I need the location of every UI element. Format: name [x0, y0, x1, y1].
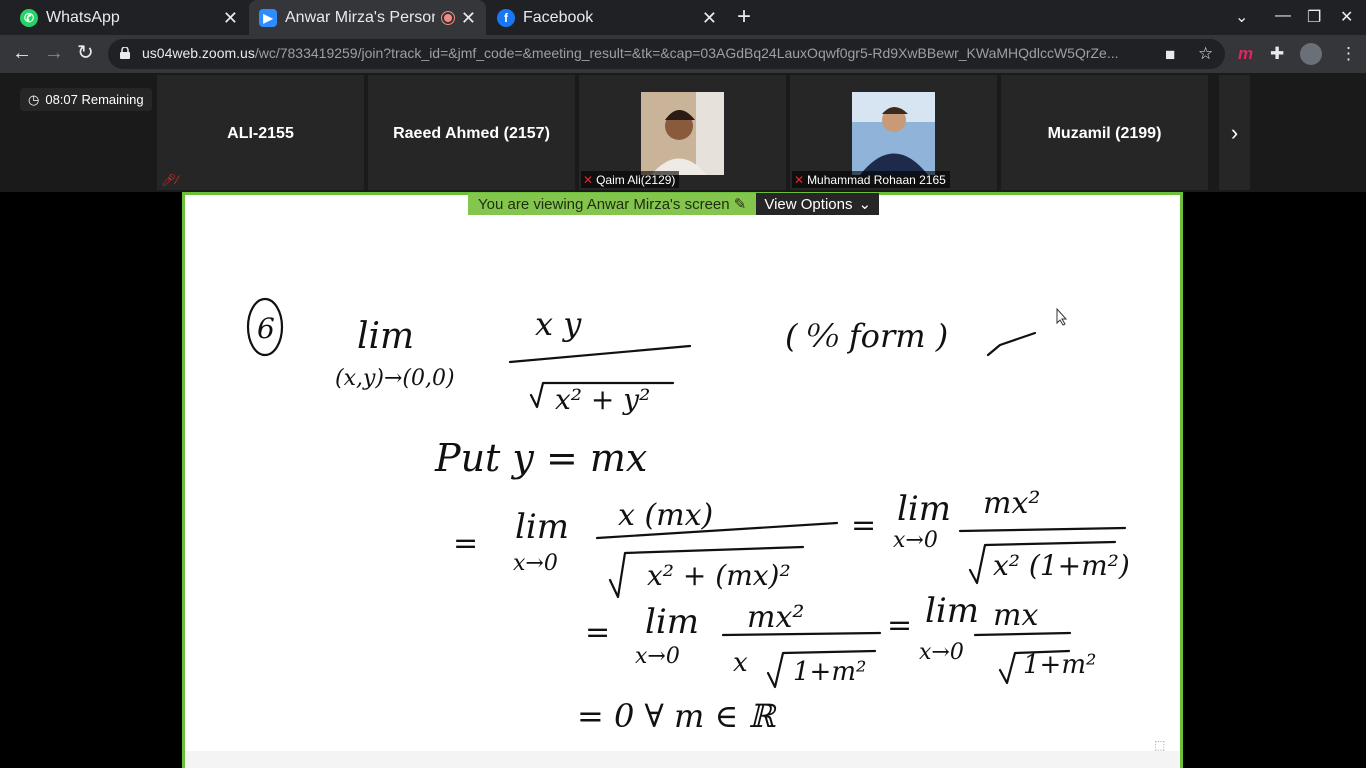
hw-denominator: x² + (mx)² [647, 559, 791, 592]
reload-button[interactable]: ↻ [77, 43, 94, 63]
hw-denominator: 1+m² [793, 657, 866, 687]
hw-equals: = [887, 608, 912, 643]
hw-form-note: ( ⁰⁄₀ form ) [785, 317, 948, 355]
close-window-button[interactable]: ✕ [1340, 7, 1353, 27]
hw-x: x [733, 648, 748, 678]
fraction-bar [508, 344, 692, 364]
browser-toolbar: ← → ↻ us04web.zoom.us/wc/7833419259/join… [0, 35, 1366, 73]
tab-search-icon[interactable]: ⌄ [1235, 7, 1248, 27]
mic-muted-icon: ✕ [583, 173, 594, 187]
hw-lim: lim [645, 602, 699, 642]
problem-number: 6 [257, 312, 275, 345]
hw-denominator: 1+m² [1023, 650, 1096, 680]
participant-photo [641, 92, 724, 175]
participant-name: ALI-2155 [227, 125, 294, 142]
mic-muted-badge: ✕ Muhammad Rohaan 2165 [792, 171, 950, 188]
fraction-bar [973, 631, 1072, 637]
hw-equals: = [453, 526, 478, 561]
profile-avatar[interactable] [1300, 43, 1322, 65]
hw-equals: = [851, 508, 876, 543]
hw-numerator: x y [535, 305, 582, 343]
tab-title: Facebook [523, 8, 594, 26]
hw-lim: lim [897, 489, 951, 529]
participant-tile[interactable]: ALI-2155 🎤︎⁄ [157, 75, 364, 190]
zoom-icon: ▶ [259, 8, 277, 27]
hw-limit-sub: (x,y)→(0,0) [335, 366, 455, 391]
whatsapp-icon: ✆ [20, 8, 38, 27]
shared-screen-footer [185, 751, 1180, 768]
meeting-timer: ◷ 08:07 Remaining [20, 88, 152, 111]
mouse-cursor-icon [1056, 308, 1068, 326]
stopwatch-icon: ◷ [28, 91, 40, 107]
lock-icon [120, 47, 130, 59]
next-page-button[interactable]: › [1219, 75, 1250, 190]
hw-limit-sub: x→0 [893, 528, 938, 553]
url-text: us04web.zoom.us/wc/7833419259/join?track… [142, 45, 1119, 61]
tab-facebook[interactable]: f Facebook ✕ [487, 0, 727, 35]
hw-result: = 0 ∀ m ∈ ℝ [577, 697, 777, 735]
forward-button[interactable]: → [44, 43, 64, 63]
tab-whatsapp[interactable]: ✆ WhatsApp ✕ [0, 0, 248, 35]
mic-muted-badge: 🎤︎⁄ [159, 171, 182, 188]
minimize-button[interactable]: — [1275, 7, 1291, 25]
hw-numerator: mx² [747, 600, 804, 635]
restore-button[interactable]: ❐ [1307, 7, 1321, 27]
expand-icon[interactable]: ⬚ [1154, 738, 1165, 752]
mic-muted-badge: ✕ Qaim Ali(2129) [581, 171, 680, 188]
chevron-right-icon: › [1230, 119, 1239, 145]
close-icon[interactable]: ✕ [223, 9, 238, 27]
participant-gallery: ◷ 08:07 Remaining ALI-2155 🎤︎⁄ Raeed Ahm… [0, 73, 1366, 192]
hw-numerator: x (mx) [618, 498, 713, 533]
participant-tile[interactable]: ✕ Muhammad Rohaan 2165 [790, 75, 997, 190]
close-icon[interactable]: ✕ [461, 9, 476, 27]
tab-title: Anwar Mirza's Persona [285, 8, 435, 26]
participant-photo [852, 92, 935, 175]
hw-lim: lim [515, 507, 569, 547]
hw-limit-sub: x→0 [513, 551, 558, 576]
participant-tile[interactable]: Muzamil (2199) [1001, 75, 1208, 190]
hw-put: Put y = mx [434, 436, 647, 480]
extensions-puzzle-icon[interactable]: ✚ [1270, 44, 1284, 64]
extension-m-icon[interactable]: m [1238, 44, 1253, 64]
camera-icon[interactable]: ■ [1165, 45, 1175, 65]
fraction-bar [958, 526, 1127, 533]
menu-kebab-icon[interactable]: ⋮ [1340, 44, 1357, 64]
address-bar[interactable]: us04web.zoom.us/wc/7833419259/join?track… [108, 39, 1225, 69]
mic-muted-icon: 🎤︎⁄ [161, 173, 179, 187]
participant-tile[interactable]: ✕ Qaim Ali(2129) [579, 75, 786, 190]
whiteboard-canvas: 6 lim (x,y)→(0,0) x y x² + y² ( ⁰⁄₀ form… [246, 297, 1130, 735]
checkmark [986, 331, 1037, 357]
participant-tile[interactable]: Raeed Ahmed (2157) [368, 75, 575, 190]
bookmark-star-icon[interactable]: ☆ [1198, 44, 1213, 64]
participant-name: Muzamil (2199) [1047, 125, 1162, 142]
hw-limit-sub: x→0 [919, 640, 964, 665]
hw-denominator: x² + y² [555, 383, 650, 416]
browser-tab-strip: ✆ WhatsApp ✕ ▶ Anwar Mirza's Persona ✕ f… [0, 0, 1366, 35]
facebook-icon: f [497, 8, 515, 27]
back-button[interactable]: ← [12, 43, 32, 63]
hw-lim: lim [925, 591, 979, 631]
hw-denominator: x² (1+m²) [993, 549, 1130, 582]
tab-title: WhatsApp [46, 8, 120, 26]
recording-icon [442, 12, 454, 24]
tab-zoom-meeting[interactable]: ▶ Anwar Mirza's Persona ✕ [249, 0, 486, 35]
hw-lim: lim [357, 316, 414, 357]
hw-numerator: mx [993, 598, 1038, 633]
mic-muted-icon: ✕ [794, 173, 805, 187]
participant-name: Raeed Ahmed (2157) [393, 125, 550, 142]
hw-equals: = [585, 615, 610, 650]
hw-limit-sub: x→0 [635, 644, 680, 669]
close-icon[interactable]: ✕ [702, 9, 717, 27]
hw-numerator: mx² [983, 486, 1040, 521]
new-tab-button[interactable]: + [737, 5, 751, 29]
